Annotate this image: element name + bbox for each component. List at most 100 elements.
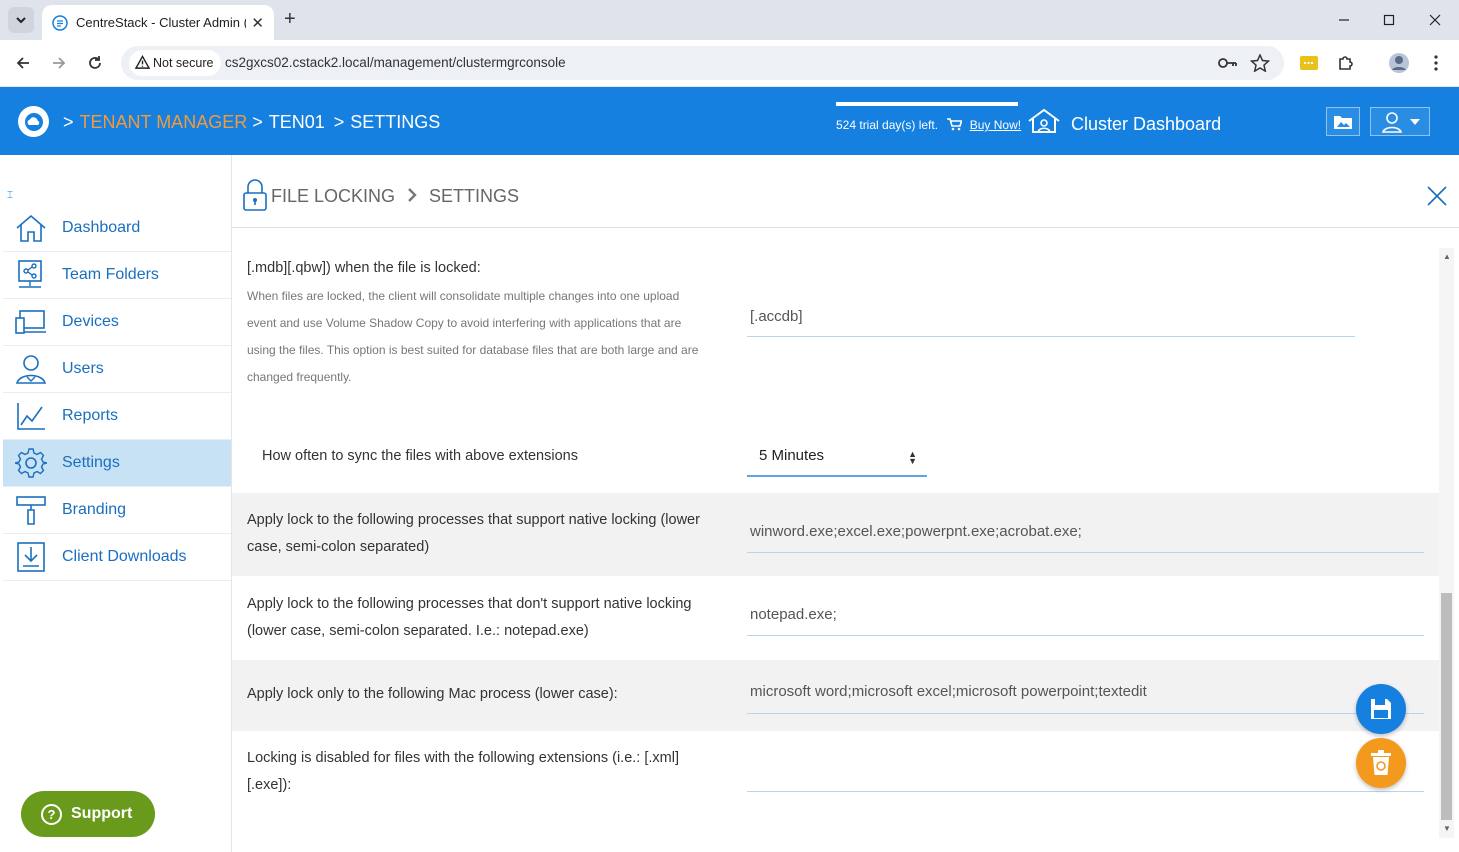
sidebar-item-label: Team Folders <box>62 266 159 283</box>
folder-button[interactable] <box>1326 107 1360 136</box>
settings-form: [.mdb][.qbw]) when the file is locked: W… <box>232 228 1439 852</box>
kebab-menu-icon <box>1434 55 1438 71</box>
sidebar-item-label: Branding <box>62 501 127 518</box>
sidebar-item-users[interactable]: Users <box>3 346 231 393</box>
users-icon <box>14 353 48 385</box>
settings-row-mac-process: Apply lock only to the following Mac pro… <box>232 660 1439 731</box>
arrow-left-icon <box>16 57 29 69</box>
security-label: Not secure <box>153 56 214 70</box>
collapse-sidebar-icon[interactable]: ⌶ <box>7 190 13 201</box>
sync-frequency-select[interactable]: 5 Minutes ▲ ▼ <box>747 441 927 477</box>
nonnative-processes-input[interactable]: notepad.exe; <box>747 606 1424 636</box>
tab-title: CentreStack - Cluster Admin (j <box>76 15 246 30</box>
extensions-input[interactable]: [.accdb] <box>747 308 1355 337</box>
recycle-bin-icon <box>1371 750 1391 775</box>
trial-days-text: 524 trial day(s) left. <box>836 118 939 132</box>
panel-title-main[interactable]: FILE LOCKING <box>271 186 395 206</box>
sidebar-item-team-folders[interactable]: Team Folders <box>3 252 231 299</box>
sidebar-item-dashboard[interactable]: Dashboard <box>3 205 231 252</box>
sidebar-item-settings[interactable]: Settings <box>3 440 231 487</box>
scroll-down-icon[interactable]: ▼ <box>1443 824 1451 833</box>
browser-tab[interactable]: CentreStack - Cluster Admin (j ✕ <box>42 5 274 40</box>
puzzle-icon <box>1339 56 1353 70</box>
disabled-extensions-input[interactable] <box>747 761 1424 792</box>
security-chip[interactable]: Not secure <box>129 50 222 76</box>
breadcrumb-separator: > <box>63 112 74 132</box>
setting-label: Apply lock to the following processes th… <box>247 596 692 612</box>
extensions-menu-button[interactable] <box>1335 52 1357 74</box>
sidebar-item-reports[interactable]: Reports <box>3 393 231 440</box>
setting-label: [.exe]): <box>247 777 292 793</box>
password-extension-icon <box>1300 56 1318 70</box>
app-header: > TENANT MANAGER > TEN01 > SETTINGS 524 tri… <box>0 87 1459 155</box>
bookmark-star-icon[interactable] <box>1250 54 1270 72</box>
close-window-button[interactable] <box>1423 8 1447 32</box>
tab-search-button[interactable] <box>8 7 34 33</box>
breadcrumb-separator: > <box>252 112 263 132</box>
sidebar-item-label: Reports <box>62 407 119 424</box>
save-button[interactable] <box>1356 684 1406 734</box>
native-processes-input[interactable]: winword.exe;excel.exe;powerpnt.exe;acrob… <box>747 523 1424 553</box>
sidebar-item-devices[interactable]: Devices <box>3 299 231 346</box>
team-folders-icon <box>14 259 48 291</box>
mac-process-input[interactable]: microsoft word;microsoft excel;microsoft… <box>747 683 1424 714</box>
setting-label: [.mdb][.qbw]) when the file is locked: <box>247 260 481 276</box>
reports-icon <box>14 400 48 432</box>
cluster-house-icon[interactable] <box>1027 108 1061 134</box>
user-menu-button[interactable] <box>1370 107 1430 136</box>
support-button[interactable]: ? Support <box>21 791 155 837</box>
breadcrumb-ten01[interactable]: TEN01 <box>269 112 325 132</box>
close-panel-icon[interactable] <box>1427 186 1447 206</box>
sidebar-item-label: Dashboard <box>62 219 141 236</box>
setting-label: case, semi-colon separated) <box>247 539 430 555</box>
forward-button[interactable] <box>48 52 70 74</box>
chevron-right-icon <box>408 188 417 202</box>
minimize-button[interactable] <box>1332 8 1356 32</box>
trial-notice: 524 trial day(s) left. Buy Now! <box>836 118 1021 132</box>
panel-header: FILE LOCKING SETTINGS <box>232 155 1459 228</box>
back-button[interactable] <box>12 52 34 74</box>
settings-row-consolidate: [.mdb][.qbw]) when the file is locked: W… <box>232 228 1439 493</box>
breadcrumb-separator: > <box>333 112 345 132</box>
setting-label: Apply lock to the following processes th… <box>247 512 700 528</box>
buy-now-link[interactable]: Buy Now! <box>970 118 1021 132</box>
maximize-button[interactable] <box>1377 8 1401 32</box>
app-logo[interactable] <box>18 106 49 137</box>
settings-row-native-lock: Apply lock to the following processes th… <box>232 493 1439 576</box>
centrestack-favicon-icon <box>52 14 68 31</box>
cart-icon <box>947 118 963 131</box>
close-icon <box>1429 14 1441 26</box>
minimize-icon <box>1339 19 1349 21</box>
scroll-up-icon[interactable]: ▲ <box>1443 252 1451 261</box>
address-bar[interactable]: Not secure cs2gxcs02.cstack2.local/manag… <box>121 46 1284 80</box>
branding-icon <box>14 494 48 526</box>
setting-description: using the files. This option is best sui… <box>247 343 699 357</box>
sidebar-item-label: Users <box>62 360 104 377</box>
settings-icon <box>14 447 48 479</box>
extension-button[interactable] <box>1298 52 1320 74</box>
setting-description: changed frequently. <box>247 370 352 384</box>
sync-frequency-value: 5 Minutes <box>759 447 825 464</box>
browser-toolbar: Not secure cs2gxcs02.cstack2.local/manag… <box>0 40 1459 87</box>
setting-label: Apply lock only to the following Mac pro… <box>247 686 618 702</box>
reset-button[interactable] <box>1356 738 1406 788</box>
browser-menu-button[interactable] <box>1425 52 1447 74</box>
password-key-icon[interactable] <box>1217 54 1237 72</box>
warning-triangle-icon <box>135 55 150 69</box>
new-tab-button[interactable]: + <box>284 9 296 29</box>
cluster-dashboard-link[interactable]: Cluster Dashboard <box>1071 114 1221 135</box>
question-icon: ? <box>41 803 62 825</box>
scrollbar-thumb[interactable] <box>1441 593 1452 820</box>
reload-button[interactable] <box>84 52 106 74</box>
sidebar-item-client-downloads[interactable]: Client Downloads <box>3 534 231 581</box>
sidebar-item-branding[interactable]: Branding <box>3 487 231 534</box>
folder-image-icon <box>1334 115 1352 129</box>
breadcrumb: > TENANT MANAGER > TEN01 > SETTINGS <box>63 112 440 133</box>
profile-button[interactable] <box>1388 52 1410 74</box>
breadcrumb-tenant-manager[interactable]: TENANT MANAGER <box>80 112 248 132</box>
caret-down-icon <box>1409 118 1420 125</box>
cloud-logo-icon <box>24 112 43 131</box>
support-label: Support <box>71 805 133 822</box>
close-tab-icon[interactable]: ✕ <box>251 14 264 32</box>
trial-progress-bar <box>836 102 1018 106</box>
